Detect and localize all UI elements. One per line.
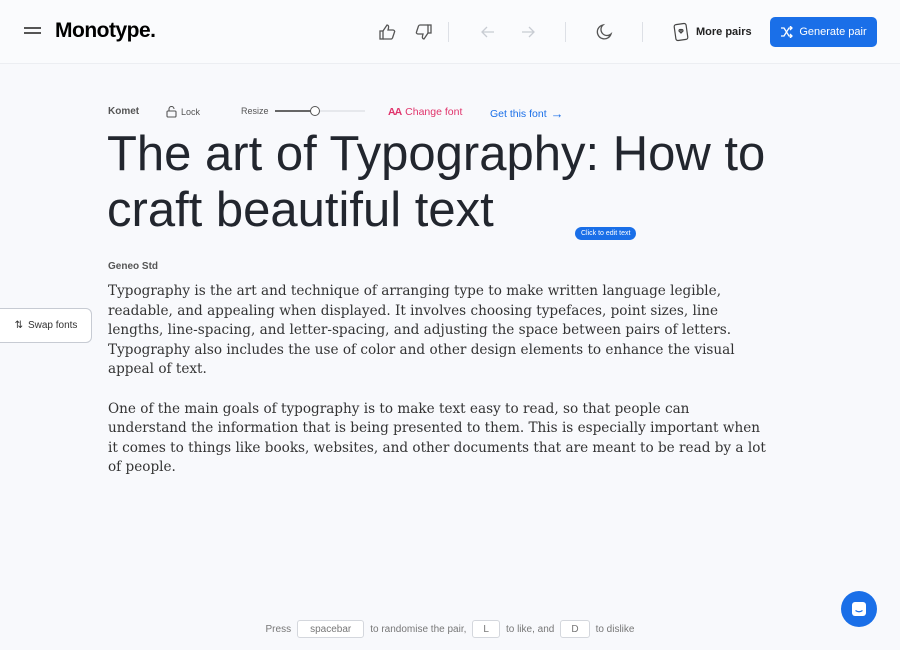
- paragraph: One of the main goals of typography is t…: [108, 400, 766, 476]
- edit-tooltip: Click to edit text: [575, 227, 637, 240]
- d-key: D: [560, 620, 590, 638]
- hint-text: to like, and: [505, 623, 555, 635]
- swap-icon: ⇅: [14, 320, 23, 331]
- swap-fonts-button[interactable]: ⇅ Swap fonts: [0, 308, 92, 343]
- divider: [565, 22, 566, 42]
- font-icon: AA: [388, 106, 402, 118]
- slider-handle[interactable]: [310, 106, 321, 116]
- more-pairs-label: More pairs: [696, 26, 752, 38]
- thumbs-up-icon[interactable]: [378, 22, 398, 42]
- chat-button[interactable]: [841, 591, 877, 627]
- lock-label: Lock: [181, 107, 201, 117]
- more-pairs-button[interactable]: More pairs: [672, 22, 752, 42]
- logo[interactable]: Monotype.: [55, 19, 156, 43]
- thumbs-down-icon[interactable]: [413, 22, 433, 42]
- arrow-right-icon: →: [550, 106, 564, 121]
- generate-pair-button[interactable]: Generate pair: [770, 17, 877, 47]
- arrow-right-icon[interactable]: [518, 22, 538, 42]
- get-font-label: Get this font: [490, 107, 547, 120]
- arrow-left-icon[interactable]: [478, 22, 498, 42]
- keyboard-hints: Press spacebar to randomise the pair, L …: [0, 620, 900, 638]
- hint-text: to randomise the pair,: [370, 623, 467, 635]
- hint-text: to dislike: [595, 623, 635, 635]
- paragraph: Typography is the art and technique of a…: [108, 283, 735, 378]
- unlock-icon: [166, 106, 177, 118]
- generate-pair-label: Generate pair: [799, 26, 867, 38]
- change-font-button[interactable]: AA Change font: [388, 106, 462, 118]
- moon-icon[interactable]: [594, 22, 614, 42]
- divider: [642, 22, 643, 42]
- resize-slider[interactable]: [274, 106, 365, 116]
- divider: [448, 22, 449, 42]
- change-font-label: Change font: [405, 106, 463, 118]
- hint-text: Press: [265, 623, 292, 635]
- heading-text[interactable]: The art of Typography: How to craft beau…: [107, 126, 807, 238]
- menu-icon[interactable]: [24, 27, 41, 37]
- spacebar-key: spacebar: [297, 620, 365, 638]
- heading-font-name: Komet: [108, 106, 140, 117]
- body-text[interactable]: Typography is the art and technique of a…: [108, 282, 768, 498]
- cards-icon: [673, 22, 689, 42]
- top-bar: Monotype. More pairs Generate pair: [0, 0, 900, 64]
- shuffle-icon: [781, 26, 794, 38]
- resize-control: Resize: [241, 106, 365, 116]
- chat-icon: [852, 602, 866, 616]
- body-font-name: Geneo Std: [108, 261, 159, 272]
- l-key: L: [472, 620, 500, 638]
- resize-label: Resize: [241, 106, 269, 116]
- get-this-font-link[interactable]: Get this font →: [490, 106, 564, 121]
- lock-button[interactable]: Lock: [166, 106, 200, 118]
- swap-label: Swap fonts: [27, 320, 78, 331]
